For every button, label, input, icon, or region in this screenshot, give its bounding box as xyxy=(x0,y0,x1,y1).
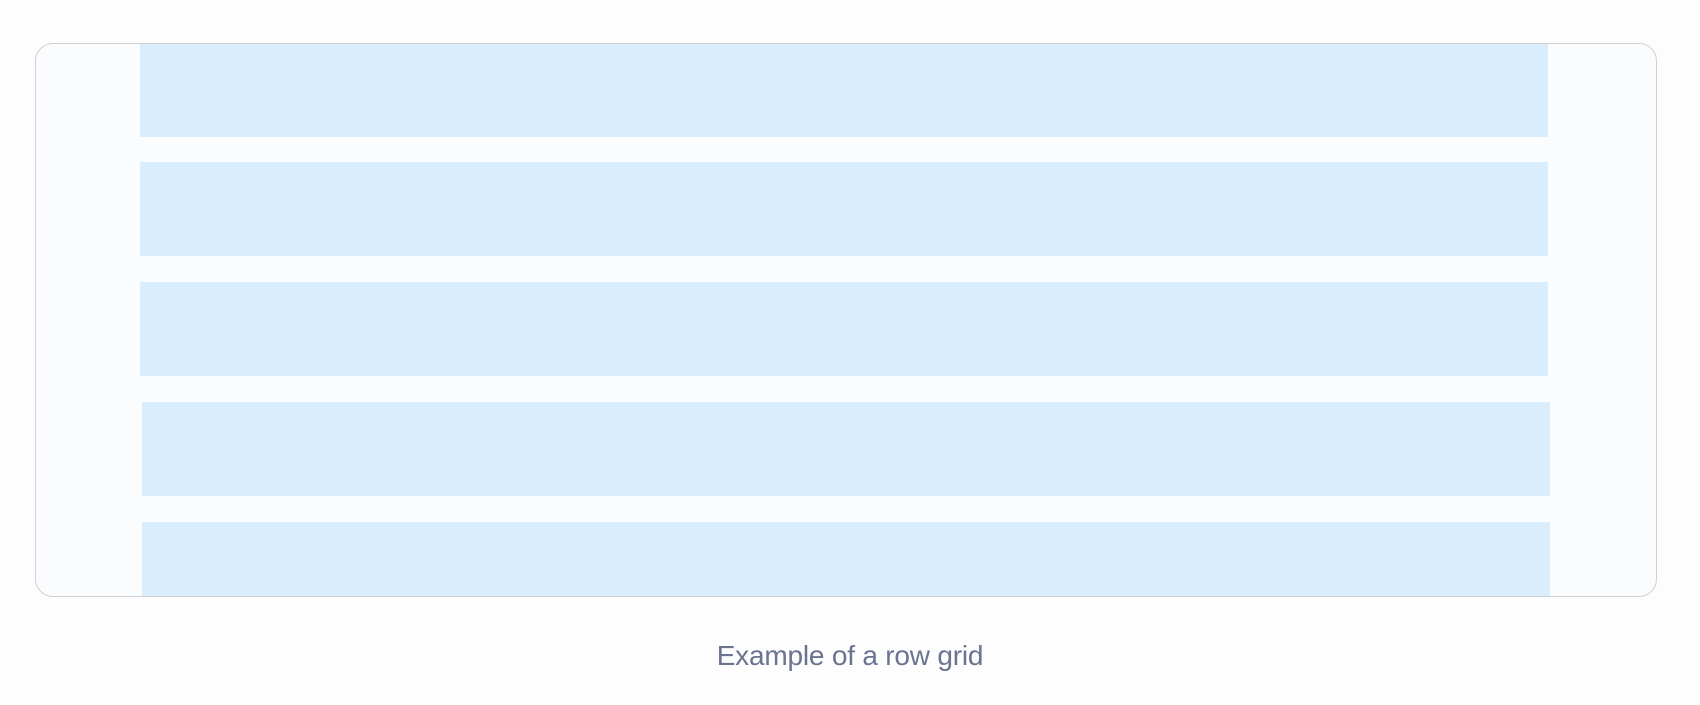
row-grid-frame xyxy=(35,43,1657,597)
grid-row-4 xyxy=(142,402,1550,496)
figure-caption: Example of a row grid xyxy=(716,640,984,671)
grid-row-1 xyxy=(140,44,1548,137)
grid-row-3 xyxy=(140,282,1548,376)
grid-row-5 xyxy=(142,522,1550,596)
grid-row-2 xyxy=(140,162,1548,256)
figure: Example of a row grid xyxy=(0,0,1700,705)
